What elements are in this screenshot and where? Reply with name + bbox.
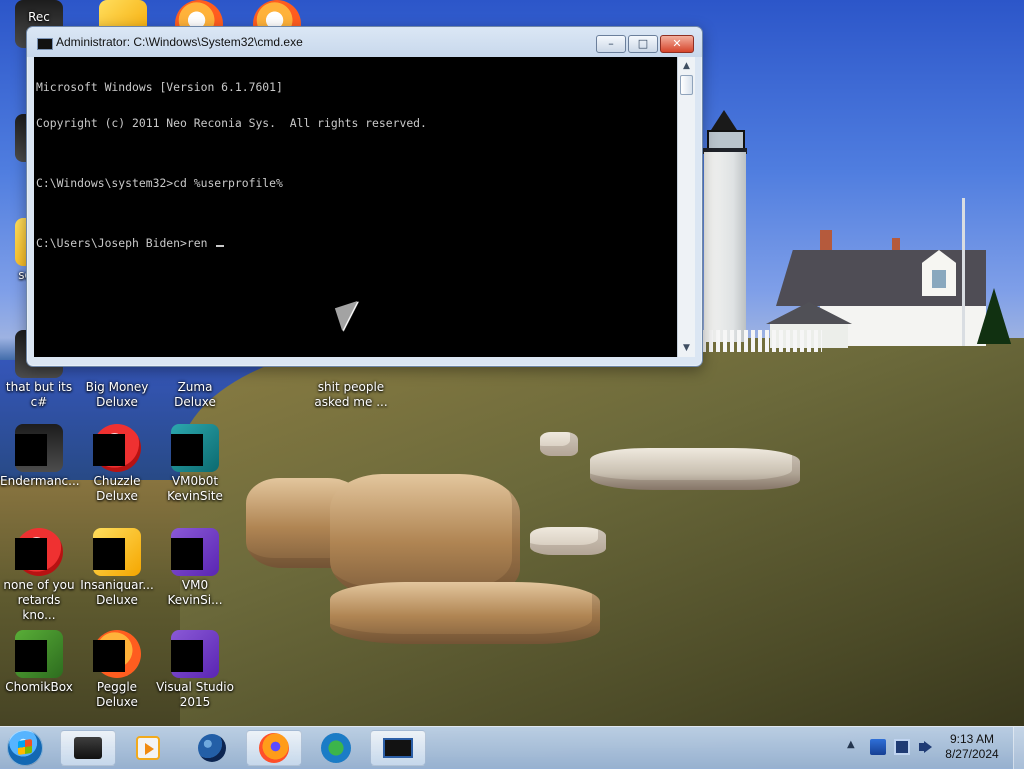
console-line: C:\Windows\system32>cd %userprofile% bbox=[36, 176, 283, 190]
censor-block bbox=[93, 434, 125, 466]
taskbar-console[interactable] bbox=[370, 730, 426, 766]
maximize-icon: □ bbox=[637, 37, 649, 50]
console-line: Microsoft Windows [Version 6.1.7601] bbox=[36, 80, 283, 94]
rock bbox=[330, 582, 600, 644]
action-center-icon[interactable] bbox=[870, 739, 886, 755]
download-manager-icon bbox=[321, 733, 351, 763]
cmd-icon bbox=[37, 38, 53, 50]
desktop-icon-chomikbox[interactable]: ChomikBox bbox=[0, 630, 78, 728]
taskbar-firefox[interactable] bbox=[246, 730, 302, 766]
globe-icon bbox=[198, 734, 226, 762]
minimize-button[interactable]: – bbox=[596, 35, 626, 53]
rock bbox=[530, 527, 606, 555]
desktop-icon-endermanch[interactable]: Endermanc... bbox=[0, 424, 80, 522]
text-cursor bbox=[216, 245, 225, 247]
taskbar[interactable]: ▲ 9:13 AM 8/27/2024 bbox=[0, 726, 1024, 769]
lighthouse-roof bbox=[711, 110, 737, 130]
censor-block bbox=[171, 434, 203, 466]
censor-block bbox=[171, 538, 203, 570]
taskbar-globe[interactable] bbox=[184, 730, 240, 766]
vertical-scrollbar[interactable]: ▲ ▼ bbox=[677, 57, 695, 357]
console-icon bbox=[383, 738, 413, 758]
clock-time: 9:13 AM bbox=[949, 732, 995, 746]
censor-block bbox=[15, 434, 47, 466]
censor-block bbox=[171, 640, 203, 672]
show-hidden-icons-icon[interactable]: ▲ bbox=[847, 739, 855, 750]
console-line-with-cursor: C:\Users\Joseph Biden>ren bbox=[36, 237, 668, 249]
censor-block bbox=[15, 640, 47, 672]
media-player-icon bbox=[136, 736, 160, 760]
desktop-icon-visual-studio-2015[interactable]: Visual Studio 2015 bbox=[156, 630, 234, 728]
window-titlebar[interactable]: Administrator: C:\Windows\System32\cmd.e… bbox=[27, 27, 702, 57]
desktop-icon-vm0-kevinsite[interactable]: VM0 KevinSi... bbox=[156, 528, 234, 626]
mouse-pointer-icon bbox=[334, 300, 366, 332]
taskbar-media-player[interactable] bbox=[120, 730, 176, 766]
firefox-icon bbox=[259, 733, 289, 763]
rock bbox=[330, 474, 520, 598]
maximize-button[interactable]: □ bbox=[628, 35, 658, 53]
dormer-window bbox=[932, 270, 946, 288]
desktop-icon-peggle-deluxe[interactable]: Peggle Deluxe bbox=[78, 630, 156, 728]
file-icon bbox=[74, 737, 102, 759]
rock bbox=[540, 432, 578, 456]
show-desktop-button[interactable] bbox=[1013, 727, 1024, 769]
desktop-icon-chuzzle-deluxe[interactable]: Chuzzle Deluxe bbox=[78, 424, 156, 522]
scroll-thumb[interactable] bbox=[680, 75, 693, 95]
taskbar-file-explorer[interactable] bbox=[60, 730, 116, 766]
close-icon: ✕ bbox=[672, 37, 682, 50]
rock bbox=[590, 448, 800, 490]
console-line: Copyright (c) 2011 Neo Reconia Sys. All … bbox=[36, 116, 427, 130]
console-prompt-line: C:\Users\Joseph Biden>ren bbox=[36, 236, 215, 250]
minimize-icon: – bbox=[608, 37, 614, 50]
volume-icon[interactable] bbox=[918, 739, 934, 755]
censor-block bbox=[93, 538, 125, 570]
censor-block bbox=[93, 640, 125, 672]
desktop-icon-none-of-you-retards[interactable]: none of you retards kno... bbox=[0, 528, 78, 626]
lighthouse bbox=[701, 110, 749, 345]
censor-block bbox=[15, 538, 47, 570]
system-tray[interactable]: ▲ 9:13 AM 8/27/2024 bbox=[842, 727, 1024, 769]
close-button[interactable]: ✕ bbox=[660, 35, 694, 53]
taskbar-download-manager[interactable] bbox=[308, 730, 364, 766]
scroll-down-icon[interactable]: ▼ bbox=[679, 340, 694, 356]
window-title: Administrator: C:\Windows\System32\cmd.e… bbox=[56, 35, 303, 49]
flagpole bbox=[962, 198, 965, 346]
scroll-up-icon[interactable]: ▲ bbox=[679, 58, 694, 74]
console-output[interactable]: Microsoft Windows [Version 6.1.7601] Cop… bbox=[34, 57, 677, 357]
clock-date: 8/27/2024 bbox=[945, 747, 999, 761]
windows-logo-icon bbox=[18, 739, 32, 755]
console-text: Microsoft Windows [Version 6.1.7601] Cop… bbox=[36, 57, 668, 273]
white-fence bbox=[702, 330, 822, 352]
desktop-icon-insaniquarium-deluxe[interactable]: Insaniquar... Deluxe bbox=[78, 528, 156, 626]
clock[interactable]: 9:13 AM 8/27/2024 bbox=[937, 732, 1007, 762]
lighthouse-body bbox=[704, 152, 746, 342]
start-button[interactable] bbox=[7, 730, 43, 766]
network-icon[interactable] bbox=[894, 739, 910, 755]
command-prompt-window[interactable]: Administrator: C:\Windows\System32\cmd.e… bbox=[26, 26, 703, 367]
desktop-icon-vm0b0t-kevinsite[interactable]: VM0b0t KevinSite bbox=[156, 424, 234, 522]
